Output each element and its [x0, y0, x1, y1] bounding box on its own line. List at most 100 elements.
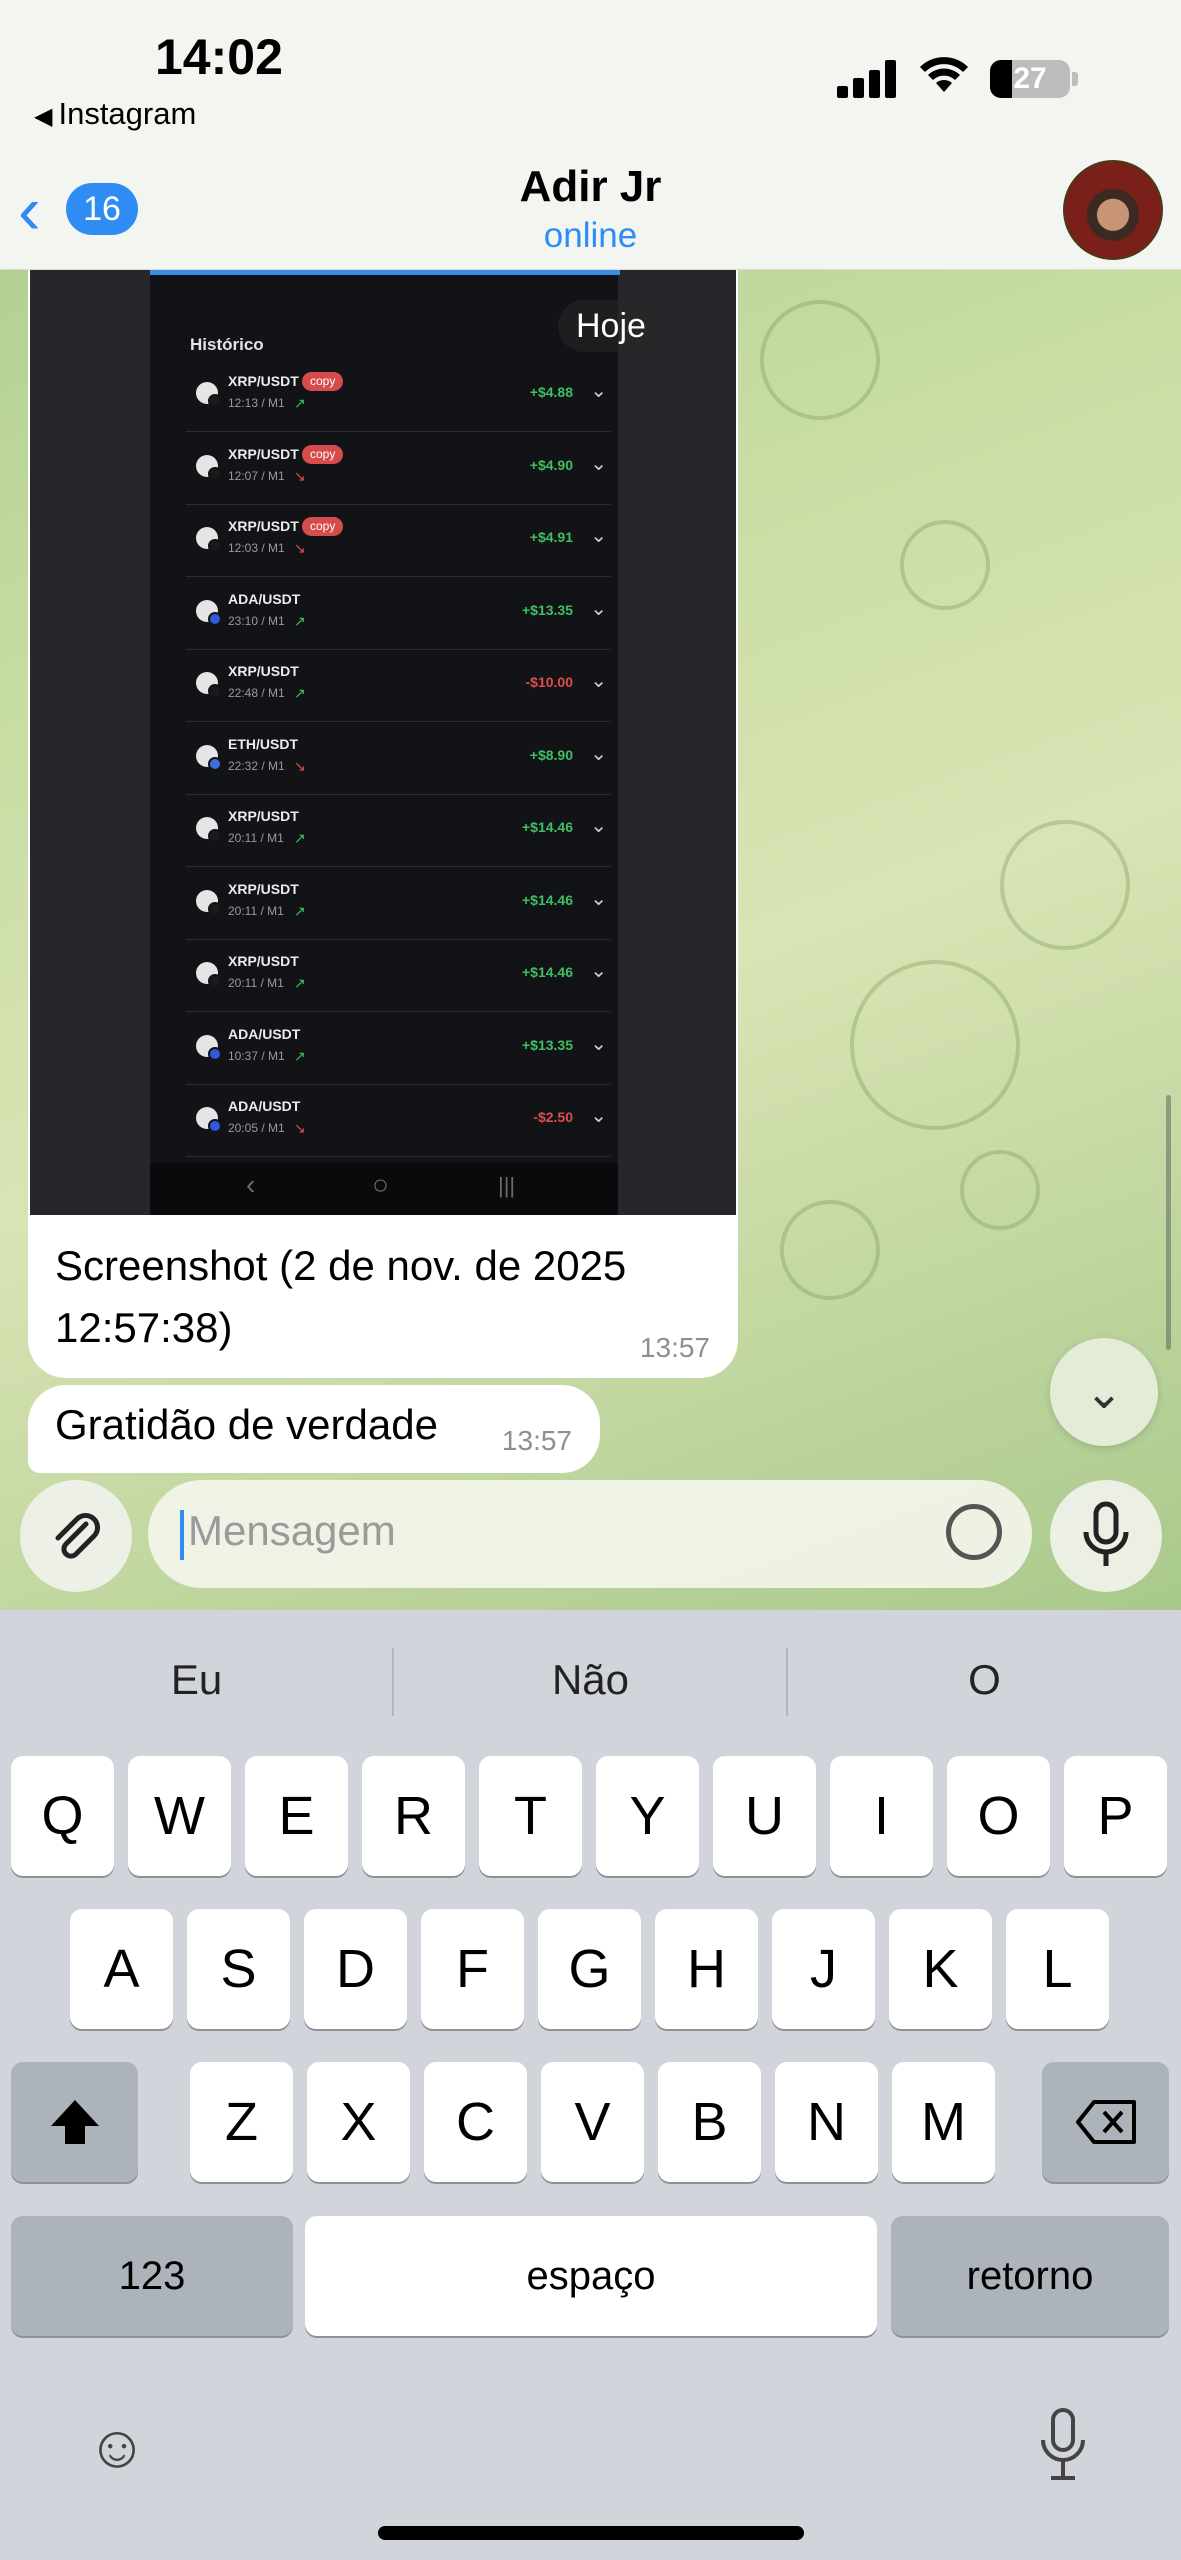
key-v[interactable]: V — [541, 2062, 644, 2182]
voice-record-button[interactable] — [1050, 1480, 1162, 1592]
attach-button[interactable] — [20, 1480, 132, 1592]
status-bar: 14:02 ◀ Instagram 27 — [0, 0, 1181, 150]
key-c[interactable]: C — [424, 2062, 527, 2182]
coin-badge-icon — [208, 829, 222, 843]
avatar[interactable] — [1063, 160, 1163, 260]
trend-up-icon: ↗ — [294, 1047, 306, 1064]
nav-recents-icon: ||| — [498, 1173, 516, 1198]
key-i[interactable]: I — [830, 1756, 933, 1876]
trade-time: 10:37 / M1 — [228, 1048, 285, 1063]
key-t[interactable]: T — [479, 1756, 582, 1876]
dictation-icon[interactable] — [1022, 2406, 1104, 2488]
key-u[interactable]: U — [713, 1756, 816, 1876]
trade-amount: +$8.90 — [529, 746, 573, 763]
trend-up-icon: ↗ — [294, 975, 306, 991]
key-o[interactable]: O — [947, 1756, 1050, 1876]
chevron-down-icon: ⌄ — [1084, 1366, 1124, 1418]
key-w[interactable]: W — [128, 1756, 231, 1876]
key-h[interactable]: H — [655, 1909, 758, 2029]
trend-down-icon: ↘ — [294, 467, 306, 484]
trend-up-icon: ↗ — [294, 395, 306, 411]
text-cursor — [180, 1510, 184, 1560]
key-r[interactable]: R — [362, 1756, 465, 1876]
history-title: Histórico — [190, 335, 264, 354]
trade-amount: +$14.46 — [522, 891, 573, 908]
suggestion-1[interactable]: Eu — [0, 1640, 393, 1720]
trade-amount: -$10.00 — [525, 674, 573, 690]
key-f[interactable]: F — [421, 1909, 524, 2029]
message-time: 13:57 — [639, 1332, 710, 1363]
trade-amount: +$4.91 — [529, 529, 573, 545]
key-s[interactable]: S — [187, 1909, 290, 2029]
scrollbar[interactable] — [1166, 1095, 1171, 1350]
trade-time: 20:05 / M1 — [228, 1121, 285, 1135]
suggestion-2[interactable]: Não — [394, 1640, 787, 1720]
shift-key[interactable] — [11, 2062, 138, 2182]
trade-row: XRP/USDT 20:11 / M1 ↗ +$14.46 ⌄ — [186, 795, 611, 867]
coin-badge-icon — [208, 1046, 222, 1061]
chevron-down-icon: ⌄ — [590, 597, 607, 620]
coin-badge-icon — [208, 1119, 222, 1133]
trade-row: XRP/USDT copy 12:13 / M1 ↗ +$4.88 ⌄ — [186, 360, 611, 432]
key-b[interactable]: B — [658, 2062, 761, 2182]
message-text: Gratidão de verdade — [55, 1401, 438, 1448]
space-key[interactable]: espaço — [305, 2216, 877, 2336]
trade-time: 12:13 / M1 — [228, 396, 285, 410]
delete-key[interactable] — [1042, 2062, 1169, 2182]
trade-pair: XRP/USDT — [228, 808, 299, 824]
wallpaper-doodle — [780, 1200, 880, 1300]
emoji-icon[interactable]: ☺ — [76, 2406, 158, 2488]
wallpaper-doodle — [1000, 820, 1130, 950]
trade-time: 23:10 / M1 — [228, 613, 285, 628]
scroll-down-button[interactable]: ⌄ — [1050, 1338, 1158, 1446]
message-time: 13:57 — [501, 1425, 572, 1456]
trade-pair: XRP/USDT — [228, 953, 299, 969]
trade-pair: XRP/USDT — [228, 445, 299, 462]
key-x[interactable]: X — [307, 2062, 410, 2182]
trade-pair: XRP/USDT — [228, 880, 299, 897]
back-app-label: Instagram — [58, 96, 197, 131]
copy-badge: copy — [302, 444, 344, 464]
contact-name[interactable]: Adir Jr — [0, 162, 1181, 212]
key-p[interactable]: P — [1064, 1756, 1167, 1876]
trend-up-icon: ↗ — [294, 902, 306, 919]
back-to-app-link[interactable]: ◀ Instagram — [34, 96, 196, 132]
battery-level: 27 — [1013, 62, 1047, 95]
key-k[interactable]: K — [889, 1909, 992, 2029]
key-m[interactable]: M — [892, 2062, 995, 2182]
suggestion-3[interactable]: O — [788, 1640, 1181, 1720]
trade-pair: XRP/USDT — [228, 518, 299, 534]
key-z[interactable]: Z — [190, 2062, 293, 2182]
key-j[interactable]: J — [772, 1909, 875, 2029]
battery-icon: 27 — [990, 60, 1070, 98]
cellular-signal-icon — [837, 60, 899, 98]
return-key[interactable]: retorno — [891, 2216, 1169, 2336]
trade-pair: ADA/USDT — [228, 590, 301, 607]
chevron-down-icon: ⌄ — [590, 380, 607, 402]
key-y[interactable]: Y — [596, 1756, 699, 1876]
key-e[interactable]: E — [245, 1756, 348, 1876]
trade-amount: +$13.35 — [522, 1036, 573, 1053]
key-d[interactable]: D — [304, 1909, 407, 2029]
text-message-bubble[interactable]: Gratidão de verdade 13:57 — [28, 1385, 600, 1473]
attached-screenshot[interactable]: Histórico XRP/USDT copy 12:13 / M1 ↗ +$4.88 ⌄… — [30, 270, 736, 1215]
image-message-bubble[interactable]: Histórico XRP/USDT copy 12:13 / M1 ↗ +$4.88 ⌄… — [28, 270, 738, 1378]
key-g[interactable]: G — [538, 1909, 641, 2029]
back-triangle-icon: ◀ — [34, 103, 53, 130]
key-n[interactable]: N — [775, 2062, 878, 2182]
key-a[interactable]: A — [70, 1909, 173, 2029]
trade-time: 20:11 / M1 — [228, 903, 284, 918]
chevron-down-icon: ⌄ — [590, 887, 607, 910]
message-input[interactable]: Mensagem — [148, 1480, 1032, 1588]
trade-time: 20:11 / M1 — [228, 831, 284, 845]
status-time: 14:02 — [155, 29, 283, 85]
sticker-icon[interactable] — [946, 1504, 1002, 1560]
home-indicator[interactable] — [378, 2526, 804, 2540]
key-q[interactable]: Q — [11, 1756, 114, 1876]
numbers-key[interactable]: 123 — [11, 2216, 293, 2336]
battery-cap — [1072, 72, 1078, 86]
trade-row: XRP/USDT copy 12:07 / M1 ↘ +$4.90 ⌄ — [186, 433, 611, 505]
chat-header: ‹ 16 Adir Jr online — [0, 150, 1181, 270]
trade-pair: XRP/USDT — [228, 663, 299, 679]
key-l[interactable]: L — [1006, 1909, 1109, 2029]
